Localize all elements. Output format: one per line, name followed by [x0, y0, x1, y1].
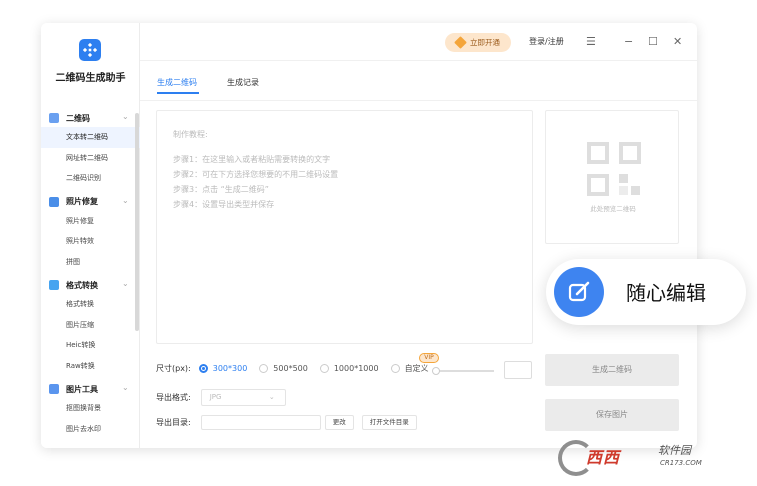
tutorial-step: 步骤1：在这里输入或者粘贴需要转换的文字	[173, 155, 331, 164]
page: 二维码生成助手 二维码 ⌄ 文本转二维码 网址转二维码 二维码识别 照片修复 ⌄	[0, 0, 757, 486]
tutorial-title: 制作教程:	[173, 130, 208, 139]
sidebar-item-raw-convert[interactable]: Raw转换	[41, 356, 140, 377]
vip-badge: VIP	[419, 353, 439, 363]
tabs-divider	[140, 100, 697, 101]
size-radio-custom[interactable]	[390, 364, 400, 373]
qrcode-preview-box: 此处预览二维码	[545, 110, 679, 244]
size-radio-500[interactable]	[259, 364, 269, 373]
sidebar-item-photo-effects[interactable]: 照片特效	[41, 231, 140, 252]
chevron-down-icon: ⌄	[122, 195, 129, 205]
sidebar-item-format-convert[interactable]: 格式转换	[41, 294, 140, 315]
size-option-label[interactable]: 自定义	[405, 363, 429, 374]
feature-float-card: 随心编辑	[546, 259, 746, 325]
tutorial-step: 步骤4：设置导出类型并保存	[173, 200, 275, 209]
dir-row: 导出目录: 更改 打开文件目录	[156, 415, 417, 430]
save-image-button[interactable]: 保存图片	[545, 399, 679, 431]
sidebar-group-image-tools[interactable]: 图片工具 ⌄	[41, 380, 140, 398]
watermark-url: CR173.COM	[660, 459, 702, 467]
size-row: 尺寸(px): 300*300 500*500 1000*1000 自定义	[156, 363, 441, 374]
vip-open-button[interactable]: 立即开通	[445, 33, 511, 52]
tutorial-step: 步骤3：点击 “生成二维码”	[173, 185, 269, 194]
sidebar-item-url-to-qrcode[interactable]: 网址转二维码	[41, 148, 140, 169]
minimize-icon[interactable]: −	[624, 33, 633, 51]
generate-qrcode-button[interactable]: 生成二维码	[545, 354, 679, 386]
watermark-sub: 软件园	[658, 444, 691, 457]
custom-size-input[interactable]	[504, 361, 532, 379]
format-convert-group-icon	[49, 280, 59, 290]
format-select-value: JPG	[209, 393, 222, 401]
sidebar-group-label: 图片工具	[66, 384, 98, 394]
text-input-area[interactable]: 制作教程: 步骤1：在这里输入或者粘贴需要转换的文字 步骤2：可在下方选择您想要…	[156, 110, 533, 344]
sidebar-item-photo-repair[interactable]: 照片修复	[41, 211, 140, 232]
format-row: 导出格式: JPG ⌄	[156, 389, 286, 406]
size-option-label[interactable]: 1000*1000	[334, 364, 379, 373]
size-radio-1000[interactable]	[319, 364, 329, 373]
tutorial-step: 步骤2：可在下方选择您想要的不用二维码设置	[173, 170, 339, 179]
sidebar-item-collage[interactable]: 拼图	[41, 252, 140, 273]
preview-placeholder-text: 此处预览二维码	[590, 205, 636, 213]
export-dir-input[interactable]	[200, 415, 321, 430]
tab-generate-qrcode[interactable]: 生成二维码	[157, 77, 197, 88]
maximize-icon[interactable]: ☐	[648, 33, 658, 51]
sidebar-nav: 二维码 ⌄ 文本转二维码 网址转二维码 二维码识别 照片修复 ⌄ 照片修复 照片…	[41, 109, 140, 439]
sidebar: 二维码生成助手 二维码 ⌄ 文本转二维码 网址转二维码 二维码识别 照片修复 ⌄	[41, 23, 140, 448]
custom-size-slider[interactable]	[432, 367, 494, 375]
image-tools-group-icon	[49, 384, 59, 394]
qrcode-group-icon	[49, 113, 59, 123]
sidebar-group-format-convert[interactable]: 格式转换 ⌄	[41, 276, 140, 294]
open-dir-button[interactable]: 打开文件目录	[361, 415, 417, 430]
size-option-label[interactable]: 300*300	[213, 364, 248, 373]
format-label: 导出格式:	[156, 393, 191, 402]
app-logo-icon	[79, 39, 101, 61]
active-tab-underline	[157, 92, 199, 94]
chevron-down-icon: ⌄	[122, 112, 129, 121]
sidebar-group-label: 二维码	[66, 113, 90, 123]
format-select[interactable]: JPG ⌄	[200, 389, 286, 406]
sidebar-scrollbar[interactable]	[135, 113, 139, 331]
sidebar-item-text-to-qrcode[interactable]: 文本转二维码	[41, 127, 140, 148]
chevron-down-icon: ⌄	[268, 393, 275, 401]
site-watermark-logo: 西西 软件园 CR173.COM	[558, 440, 740, 476]
sidebar-item-image-compress[interactable]: 图片压缩	[41, 315, 140, 336]
sidebar-group-label: 格式转换	[66, 280, 98, 290]
feature-label: 随心编辑	[626, 281, 706, 305]
watermark-main: 西西	[586, 448, 621, 467]
edit-icon	[554, 267, 604, 317]
vip-open-label: 立即开通	[470, 38, 500, 47]
sidebar-group-qrcode[interactable]: 二维码 ⌄	[41, 109, 140, 127]
sidebar-group-label: 照片修复	[66, 197, 98, 206]
photo-repair-group-icon	[49, 196, 59, 207]
qrcode-placeholder-icon	[587, 142, 641, 196]
diamond-icon	[454, 36, 467, 49]
sidebar-group-photo-repair[interactable]: 照片修复 ⌄	[41, 193, 140, 211]
change-dir-button[interactable]: 更改	[324, 415, 354, 430]
login-register-link[interactable]: 登录/注册	[529, 36, 564, 47]
app-name: 二维码生成助手	[55, 73, 126, 84]
sidebar-item-remove-watermark[interactable]: 图片去水印	[41, 419, 140, 440]
size-label: 尺寸(px):	[156, 364, 191, 373]
chevron-down-icon: ⌄	[122, 279, 129, 288]
close-icon[interactable]: ✕	[673, 33, 682, 51]
sidebar-item-qrcode-recognize[interactable]: 二维码识别	[41, 168, 140, 189]
dir-label: 导出目录:	[156, 418, 191, 427]
hamburger-icon[interactable]: ☰	[586, 33, 596, 51]
app-window: 二维码生成助手 二维码 ⌄ 文本转二维码 网址转二维码 二维码识别 照片修复 ⌄	[41, 23, 697, 448]
chevron-down-icon: ⌄	[122, 383, 129, 392]
size-option-label[interactable]: 500*500	[273, 364, 308, 373]
sidebar-item-heic-convert[interactable]: Heic转换	[41, 335, 140, 356]
titlebar: 立即开通 登录/注册 ☰ − ☐ ✕	[140, 23, 697, 61]
sidebar-item-cutout-background[interactable]: 抠图换背景	[41, 398, 140, 419]
size-radio-300[interactable]	[198, 364, 208, 373]
tab-generate-history[interactable]: 生成记录	[227, 77, 259, 88]
slider-knob[interactable]	[432, 367, 440, 375]
